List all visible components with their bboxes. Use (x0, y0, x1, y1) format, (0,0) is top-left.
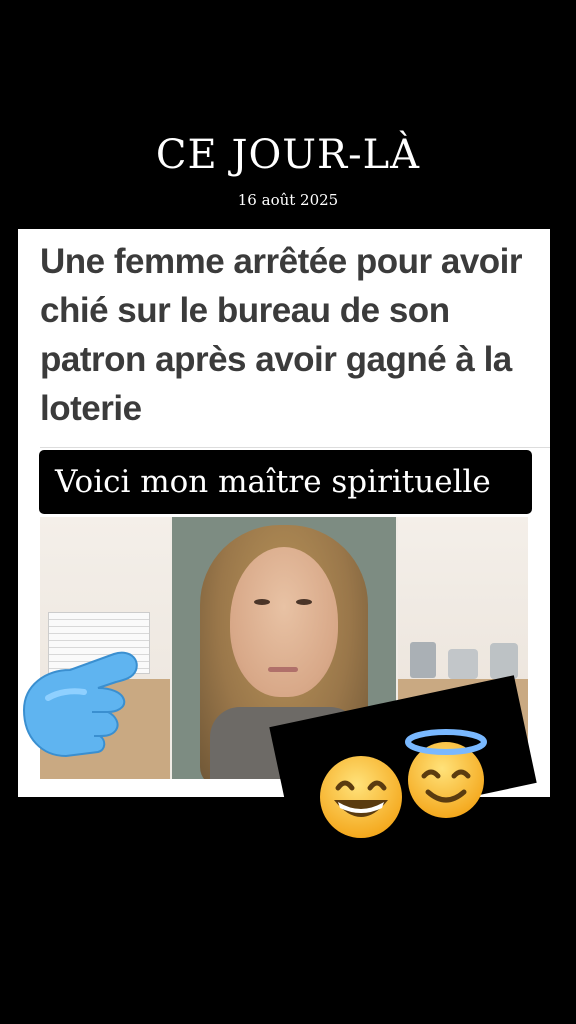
mugshot-eye (254, 599, 270, 605)
mugshot-mouth (268, 667, 298, 672)
photo-jar (490, 643, 518, 679)
page-date: 16 août 2025 (237, 191, 339, 209)
headline-divider (40, 447, 550, 448)
smiling-face-with-halo-icon (400, 728, 492, 820)
caption-bar: Voici mon maître spirituelle (39, 450, 532, 514)
photo-jar (448, 649, 478, 679)
grinning-face-with-smiling-eyes-icon (318, 754, 404, 840)
article-headline: Une femme arrêtée pour avoir chié sur le… (40, 242, 523, 428)
page-title: CE JOUR-LÀ (155, 132, 421, 178)
caption-text: Voici mon maître spirituelle (55, 464, 491, 500)
mugshot-eye (296, 599, 312, 605)
mugshot-face (230, 547, 338, 697)
backhand-index-pointing-right-icon (18, 640, 158, 760)
photo-pencil-cup (410, 642, 436, 678)
